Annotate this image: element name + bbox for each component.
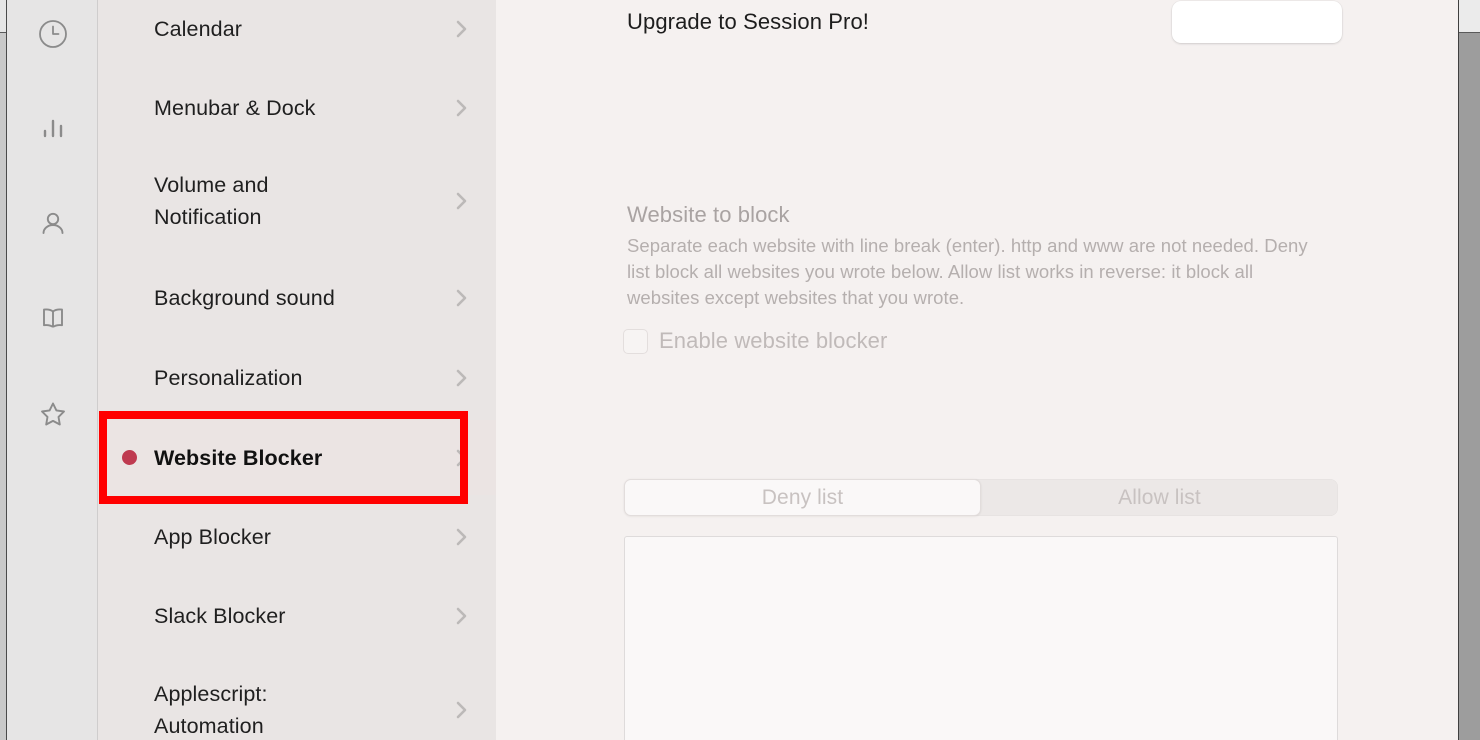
- sidebar-item-label: Website Blocker: [154, 445, 323, 470]
- chevron-right-icon: [452, 698, 472, 722]
- sidebar-item-label: Calendar: [154, 17, 243, 41]
- section-title-website-to-block: Website to block: [627, 202, 790, 227]
- list-mode-segmented-control: Deny list Allow list: [624, 479, 1338, 516]
- enable-website-blocker-label: Enable website blocker: [659, 328, 888, 353]
- upgrade-label: Upgrade to Session Pro!: [627, 9, 869, 34]
- person-icon[interactable]: [33, 204, 73, 244]
- bar-chart-icon[interactable]: [33, 109, 73, 149]
- blocked-websites-textarea[interactable]: [624, 536, 1338, 740]
- segment-deny-list[interactable]: Deny list: [624, 479, 981, 516]
- settings-sidebar: Calendar Menubar & Dock Volume and Notif…: [98, 0, 496, 740]
- chevron-right-icon: [452, 366, 472, 390]
- chevron-right-icon: [452, 525, 472, 549]
- chevron-right-icon: [452, 286, 472, 310]
- sidebar-item-calendar[interactable]: Calendar: [98, 8, 496, 50]
- window-left-edge: [0, 0, 7, 740]
- sidebar-item-label: Applescript: Automation: [154, 682, 268, 738]
- sidebar-item-menubar-dock[interactable]: Menubar & Dock: [98, 87, 496, 129]
- enable-website-blocker-row[interactable]: Enable website blocker: [623, 328, 887, 354]
- chevron-right-icon: [452, 189, 472, 213]
- sidebar-item-label: Volume and Notification: [154, 173, 269, 229]
- icon-rail: [7, 0, 98, 740]
- main-content: Upgrade to Session Pro! Website to block…: [496, 0, 1458, 740]
- segment-allow-list[interactable]: Allow list: [981, 479, 1338, 516]
- sidebar-item-slack-blocker[interactable]: Slack Blocker: [98, 595, 496, 637]
- sidebar-item-label: Background sound: [154, 286, 335, 310]
- sidebar-item-volume-notification[interactable]: Volume and Notification: [98, 166, 496, 236]
- chevron-right-icon: [452, 17, 472, 41]
- sidebar-item-background-sound[interactable]: Background sound: [98, 277, 496, 319]
- sidebar-item-personalization[interactable]: Personalization: [98, 357, 496, 399]
- sidebar-item-label: Menubar & Dock: [154, 96, 316, 120]
- upgrade-pro-button[interactable]: [1172, 1, 1342, 43]
- clock-icon[interactable]: [33, 14, 73, 54]
- window-right-edge: [1458, 0, 1480, 740]
- sidebar-item-applescript-automation[interactable]: Applescript: Automation: [98, 675, 496, 740]
- sidebar-item-label: Slack Blocker: [154, 604, 286, 628]
- book-icon[interactable]: [33, 298, 73, 338]
- active-indicator-dot: [122, 450, 137, 465]
- chevron-right-icon: [452, 96, 472, 120]
- app-window: Calendar Menubar & Dock Volume and Notif…: [0, 0, 1480, 740]
- enable-website-blocker-checkbox[interactable]: [623, 328, 648, 354]
- section-description: Separate each website with line break (e…: [627, 235, 1308, 308]
- sidebar-item-label: App Blocker: [154, 525, 272, 549]
- sidebar-item-website-blocker[interactable]: Website Blocker: [98, 420, 496, 495]
- star-icon[interactable]: [33, 394, 73, 434]
- sidebar-item-app-blocker[interactable]: App Blocker: [98, 516, 496, 558]
- chevron-right-icon: [452, 446, 472, 470]
- sidebar-item-label: Personalization: [154, 366, 303, 390]
- chevron-right-icon: [452, 604, 472, 628]
- upgrade-banner: Upgrade to Session Pro!: [496, 0, 1458, 46]
